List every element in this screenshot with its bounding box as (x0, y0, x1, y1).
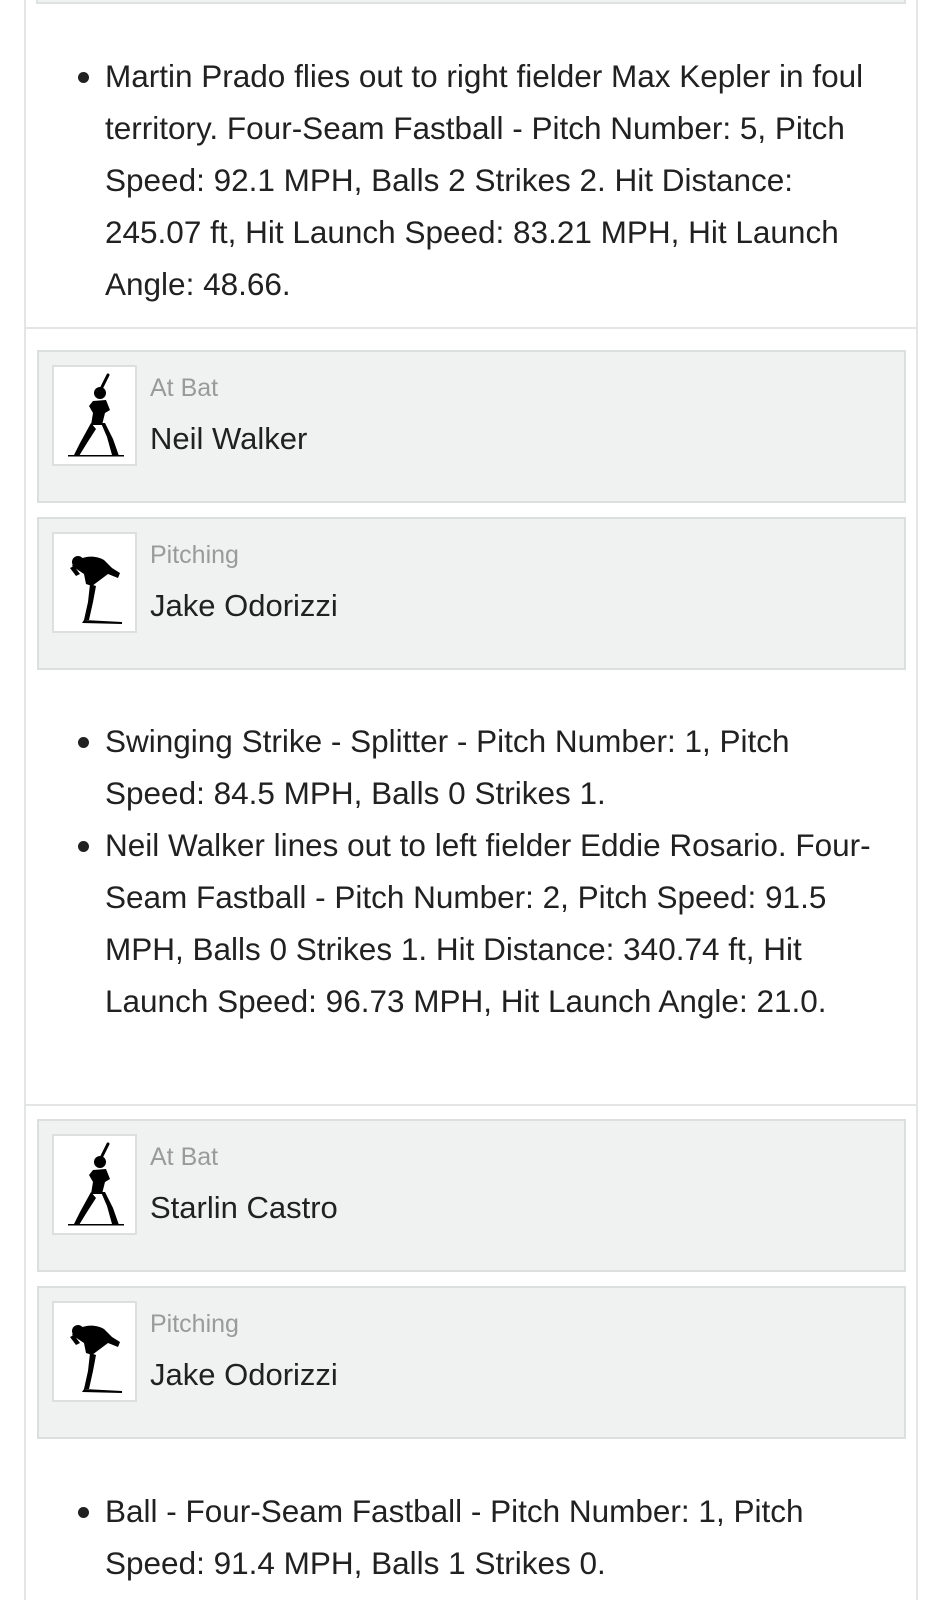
bullet-icon (78, 737, 89, 748)
batter-icon (68, 373, 124, 457)
pitch-event: Swinging Strike - Splitter - Pitch Numbe… (0, 715, 886, 819)
bullet-icon (78, 841, 89, 852)
section-divider (26, 1104, 916, 1106)
batter-name: Neil Walker (150, 421, 308, 456)
at-bat-label: At Bat (150, 1143, 219, 1171)
pitch-event-text: Ball - Four-Seam Fastball - Pitch Number… (105, 1493, 804, 1581)
pitcher-name: Jake Odorizzi (150, 588, 338, 623)
pitch-event-text: Swinging Strike - Splitter - Pitch Numbe… (105, 723, 790, 811)
pitch-event: Neil Walker lines out to left fielder Ed… (0, 819, 886, 1027)
pitch-list: Martin Prado flies out to right fielder … (0, 50, 886, 310)
pitch-event-text: Martin Prado flies out to right fielder … (105, 58, 864, 302)
bullet-icon (78, 72, 89, 83)
section-divider (26, 327, 916, 329)
pitch-event-text: Neil Walker lines out to left fielder Ed… (105, 827, 871, 1019)
pitcher-name: Jake Odorizzi (150, 1357, 338, 1392)
bullet-icon (78, 1507, 89, 1518)
player-thumbnail (52, 1301, 137, 1402)
pitch-event: Martin Prado flies out to right fielder … (0, 50, 886, 310)
player-thumbnail (52, 1134, 137, 1235)
pitching-label: Pitching (150, 1310, 239, 1338)
at-bat-card[interactable]: At Bat Neil Walker (37, 350, 906, 503)
pitcher-icon (70, 556, 122, 624)
pitch-list: Ball - Four-Seam Fastball - Pitch Number… (0, 1485, 886, 1589)
pitching-card[interactable]: Pitching Jake Odorizzi (37, 517, 906, 670)
pitching-label: Pitching (150, 541, 239, 569)
pitch-list: Swinging Strike - Splitter - Pitch Numbe… (0, 715, 886, 1027)
batter-name: Starlin Castro (150, 1190, 338, 1225)
at-bat-label: At Bat (150, 374, 219, 402)
pitching-card[interactable]: Pitching Jake Odorizzi (37, 1286, 906, 1439)
player-thumbnail (52, 365, 137, 466)
player-thumbnail (52, 532, 137, 633)
pitcher-icon (70, 1325, 122, 1393)
previous-card-edge (36, 0, 906, 4)
at-bat-card[interactable]: At Bat Starlin Castro (37, 1119, 906, 1272)
batter-icon (68, 1142, 124, 1226)
pitch-event: Ball - Four-Seam Fastball - Pitch Number… (0, 1485, 886, 1589)
